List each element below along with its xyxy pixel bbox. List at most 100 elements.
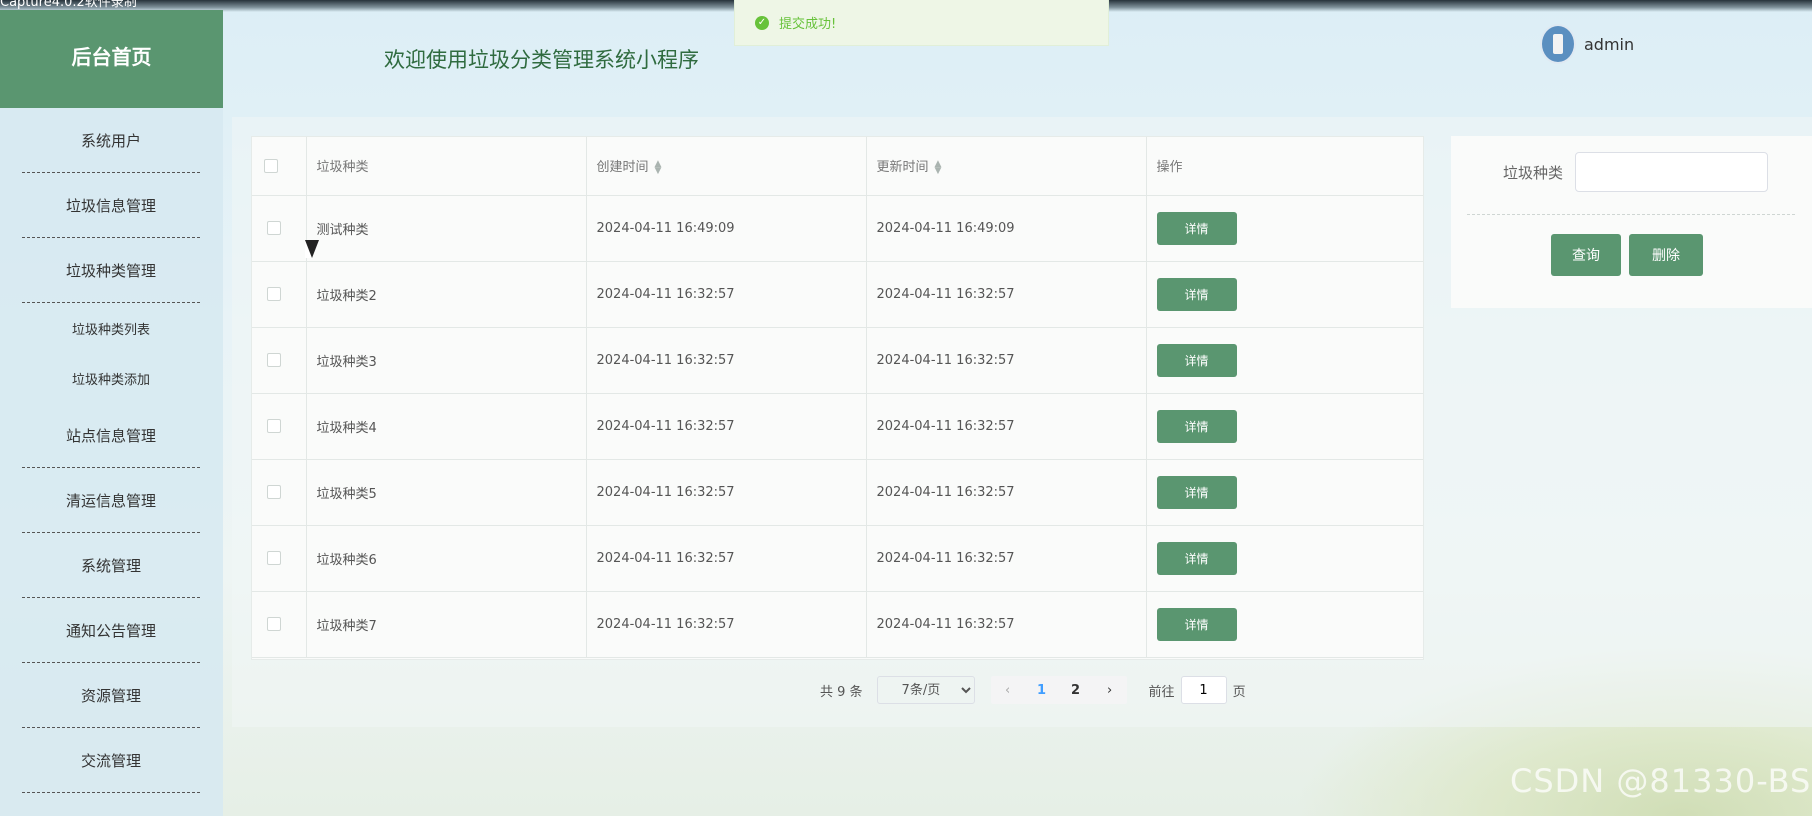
sidebar-item-exchange-manage[interactable]: 交流管理	[22, 728, 200, 793]
cell-created: 2024-04-11 16:49:09	[586, 195, 867, 262]
cell-type: 垃圾种类7	[306, 591, 587, 658]
cell-updated: 2024-04-11 16:32:57	[866, 327, 1147, 394]
sidebar-item-garbage-info[interactable]: 垃圾信息管理	[22, 173, 200, 238]
search-row: 垃圾种类	[1503, 152, 1769, 192]
check-circle-icon: ✓	[755, 15, 769, 30]
cell-actions: 详情	[1146, 393, 1423, 460]
goto-page-input[interactable]	[1180, 676, 1227, 704]
cell-type: 测试种类	[306, 195, 587, 262]
column-header-actions: 操作	[1146, 137, 1423, 196]
sidebar-item-station-info[interactable]: 站点信息管理	[22, 403, 200, 468]
row-select-cell	[252, 327, 307, 394]
query-button[interactable]: 查询	[1551, 234, 1621, 276]
detail-button[interactable]: 详情	[1156, 541, 1237, 575]
sidebar-item-resource-manage[interactable]: 资源管理	[22, 663, 200, 728]
pagination-total: 共 9 条	[820, 684, 863, 700]
avatar[interactable]	[1540, 24, 1576, 64]
cell-created: 2024-04-11 16:32:57	[586, 459, 867, 526]
cell-type: 垃圾种类2	[306, 261, 587, 328]
row-select-cell	[252, 261, 307, 328]
cell-created: 2024-04-11 16:32:57	[586, 393, 867, 460]
sidebar-item-collection-info[interactable]: 清运信息管理	[22, 468, 200, 533]
capture-title: Capture4.0.2软件录制	[0, 0, 137, 10]
sidebar-subitem-type-add[interactable]: 垃圾种类添加	[22, 353, 200, 403]
detail-button[interactable]: 详情	[1156, 277, 1237, 311]
cell-updated: 2024-04-11 16:49:09	[866, 195, 1147, 262]
cell-updated: 2024-04-11 16:32:57	[866, 591, 1147, 658]
mouse-cursor-icon	[305, 240, 319, 258]
table-row: 测试种类 2024-04-11 16:49:09 2024-04-11 16:4…	[252, 195, 1423, 262]
detail-button[interactable]: 详情	[1156, 607, 1237, 641]
row-checkbox[interactable]	[267, 617, 281, 631]
cell-updated: 2024-04-11 16:32:57	[866, 525, 1147, 592]
cell-updated: 2024-04-11 16:32:57	[866, 459, 1147, 526]
sort-icon[interactable]: ▲ ▼	[935, 159, 942, 175]
row-checkbox[interactable]	[267, 353, 281, 367]
cell-actions: 详情	[1146, 195, 1423, 262]
row-checkbox[interactable]	[267, 485, 281, 499]
cell-created: 2024-04-11 16:32:57	[586, 591, 867, 658]
sidebar-subitem-type-list[interactable]: 垃圾种类列表	[22, 303, 200, 353]
sort-icon[interactable]: ▲ ▼	[655, 159, 662, 175]
row-checkbox[interactable]	[267, 551, 281, 565]
column-header-created[interactable]: 创建时间 ▲ ▼	[586, 137, 867, 196]
detail-button[interactable]: 详情	[1156, 211, 1237, 245]
table-row: 垃圾种类5 2024-04-11 16:32:57 2024-04-11 16:…	[252, 459, 1423, 526]
detail-button[interactable]: 详情	[1156, 409, 1237, 443]
toast-text: 提交成功!	[779, 17, 837, 32]
row-select-cell	[252, 525, 307, 592]
sidebar-item-system-users[interactable]: 系统用户	[22, 108, 200, 173]
row-checkbox[interactable]	[267, 419, 281, 433]
column-header-updated[interactable]: 更新时间 ▲ ▼	[866, 137, 1147, 196]
table-row: 垃圾种类3 2024-04-11 16:32:57 2024-04-11 16:…	[252, 327, 1423, 394]
row-checkbox[interactable]	[267, 287, 281, 301]
delete-button[interactable]: 删除	[1629, 234, 1703, 276]
table-header-row: 垃圾种类 创建时间 ▲ ▼ 更新时间 ▲ ▼ 操作	[252, 137, 1423, 196]
chevron-left-icon[interactable]: ‹	[991, 676, 1025, 704]
row-select-cell	[252, 195, 307, 262]
cell-type: 垃圾种类4	[306, 393, 587, 460]
page-size-select[interactable]: 7条/页	[876, 676, 975, 704]
user-menu[interactable]: admin	[1540, 24, 1634, 64]
row-select-cell	[252, 393, 307, 460]
cell-updated: 2024-04-11 16:32:57	[866, 261, 1147, 328]
page-number-1[interactable]: 1	[1025, 676, 1059, 704]
cell-actions: 详情	[1146, 261, 1423, 328]
row-select-cell	[252, 459, 307, 526]
cell-created: 2024-04-11 16:32:57	[586, 327, 867, 394]
cell-created: 2024-04-11 16:32:57	[586, 261, 867, 328]
data-table: 垃圾种类 创建时间 ▲ ▼ 更新时间 ▲ ▼ 操作 测试种类 2024-04-11 16…	[251, 136, 1424, 660]
header-select-cell	[252, 137, 307, 196]
page-number-2[interactable]: 2	[1059, 676, 1093, 704]
page-suffix: 页	[1232, 684, 1246, 700]
column-header-created-label: 创建时间	[596, 160, 649, 176]
username[interactable]: admin	[1584, 35, 1634, 54]
search-input[interactable]	[1575, 152, 1769, 192]
cell-created: 2024-04-11 16:32:57	[586, 525, 867, 592]
sidebar-brand[interactable]: 后台首页	[0, 10, 223, 108]
row-checkbox[interactable]	[267, 221, 281, 235]
table-row: 垃圾种类7 2024-04-11 16:32:57 2024-04-11 16:…	[252, 591, 1423, 658]
row-select-cell	[252, 591, 307, 658]
page-nav: ‹ 1 2 ›	[990, 676, 1127, 704]
divider	[1467, 214, 1795, 215]
select-all-checkbox[interactable]	[264, 158, 278, 173]
column-header-updated-label: 更新时间	[876, 160, 929, 176]
table-row: 垃圾种类2 2024-04-11 16:32:57 2024-04-11 16:…	[252, 261, 1423, 328]
cell-actions: 详情	[1146, 459, 1423, 526]
detail-button[interactable]: 详情	[1156, 343, 1237, 377]
sidebar: 后台首页 系统用户 垃圾信息管理 垃圾种类管理 垃圾种类列表 垃圾种类添加 站点…	[0, 10, 223, 816]
sidebar-item-garbage-type[interactable]: 垃圾种类管理	[22, 238, 200, 303]
cell-type: 垃圾种类3	[306, 327, 587, 394]
sidebar-menu: 系统用户 垃圾信息管理 垃圾种类管理 垃圾种类列表 垃圾种类添加 站点信息管理 …	[0, 108, 223, 793]
cell-updated: 2024-04-11 16:32:57	[866, 393, 1147, 460]
sidebar-item-system-manage[interactable]: 系统管理	[22, 533, 200, 598]
goto-label: 前往	[1148, 684, 1175, 700]
cell-actions: 详情	[1146, 525, 1423, 592]
cell-actions: 详情	[1146, 327, 1423, 394]
page-title: 欢迎使用垃圾分类管理系统小程序	[384, 48, 699, 72]
detail-button[interactable]: 详情	[1156, 475, 1237, 509]
chevron-right-icon[interactable]: ›	[1093, 676, 1127, 704]
success-toast: ✓ 提交成功!	[734, 0, 1109, 46]
sidebar-item-notice-manage[interactable]: 通知公告管理	[22, 598, 200, 663]
